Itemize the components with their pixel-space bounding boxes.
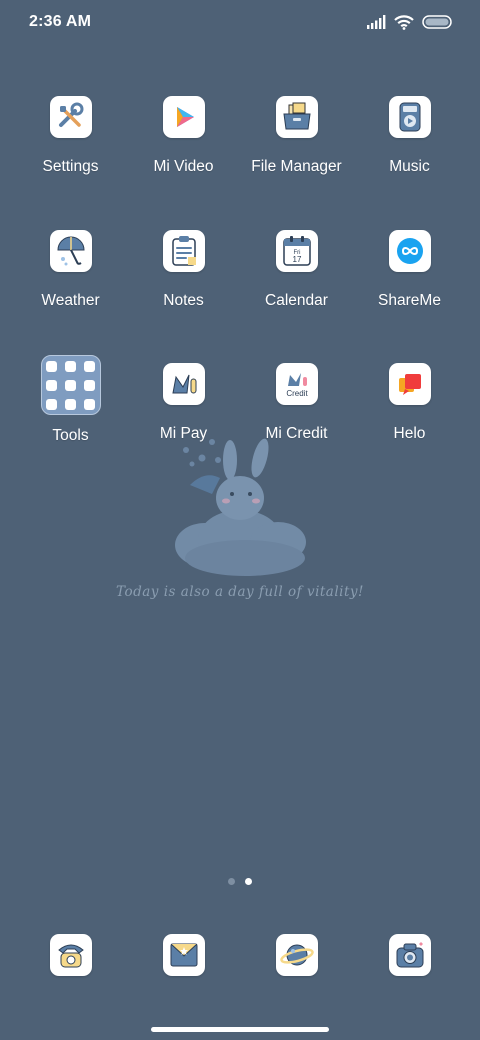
calendar-date: 17 — [292, 255, 301, 264]
mini-app-icon — [46, 360, 57, 372]
mi-pay-icon — [162, 363, 205, 405]
wifi-icon — [394, 14, 414, 30]
mini-app-icon — [65, 360, 76, 372]
widget-tagline: Today is also a day full of vitality! — [116, 584, 364, 600]
app-label: Calendar — [265, 292, 328, 309]
app-label: File Manager — [251, 158, 342, 175]
app-settings[interactable]: Settings — [14, 96, 127, 206]
signal-icon — [367, 15, 386, 29]
page-dot[interactable] — [228, 878, 235, 885]
app-label: Tools — [52, 427, 89, 444]
app-label: Mi Video — [153, 158, 214, 175]
mini-app-icon — [65, 379, 76, 391]
app-calendar[interactable]: Fri 17 Calendar — [240, 230, 353, 340]
mini-app-icon — [84, 379, 95, 391]
planet-icon[interactable] — [276, 934, 318, 976]
infinity-icon — [388, 230, 431, 272]
app-label: ShareMe — [378, 292, 441, 309]
app-music[interactable]: Music — [353, 96, 466, 206]
folder-box-icon — [275, 96, 318, 138]
app-label: Helo — [393, 425, 426, 442]
app-label: Notes — [163, 292, 204, 309]
play-icon — [162, 96, 205, 138]
app-weather[interactable]: Weather — [14, 230, 127, 340]
calendar-icon: Fri 17 — [275, 230, 318, 272]
helo-icon — [388, 363, 431, 405]
folder-tools[interactable]: Tools — [14, 355, 127, 473]
telephone-icon[interactable] — [50, 934, 92, 976]
folder-grid-icon — [40, 355, 101, 415]
app-shareme[interactable]: ShareMe — [353, 230, 466, 340]
camera-icon[interactable] — [389, 934, 431, 976]
wrench-screwdriver-icon — [49, 96, 92, 138]
umbrella-icon — [49, 230, 92, 272]
page-indicator[interactable] — [0, 878, 480, 885]
music-player-icon — [388, 96, 431, 138]
app-label: Settings — [42, 158, 99, 175]
bunny-illustration — [175, 438, 306, 576]
app-label: Music — [389, 158, 430, 175]
mi-credit-icon: Credit — [275, 363, 318, 405]
status-icons — [366, 12, 452, 32]
mini-app-icon — [84, 360, 95, 372]
envelope-icon[interactable] — [163, 934, 205, 976]
mini-app-icon — [84, 398, 95, 410]
app-helo[interactable]: Helo — [353, 363, 466, 473]
mini-app-icon — [46, 398, 57, 410]
battery-icon — [422, 15, 452, 29]
mini-app-icon — [65, 398, 76, 410]
app-notes[interactable]: Notes — [127, 230, 240, 340]
notepad-icon — [162, 230, 205, 272]
mini-app-icon — [46, 379, 57, 391]
app-file-manager[interactable]: File Manager — [240, 96, 353, 206]
dock — [0, 934, 480, 978]
clock: 2:36 AM — [29, 13, 92, 30]
bunny-widget[interactable] — [120, 430, 360, 610]
page-dot-current[interactable] — [245, 878, 252, 885]
credit-text: Credit — [286, 389, 308, 398]
app-mi-video[interactable]: Mi Video — [127, 96, 240, 206]
status-bar: 2:36 AM — [0, 0, 480, 44]
app-label: Weather — [41, 292, 100, 309]
home-indicator-bar[interactable] — [151, 1027, 329, 1032]
